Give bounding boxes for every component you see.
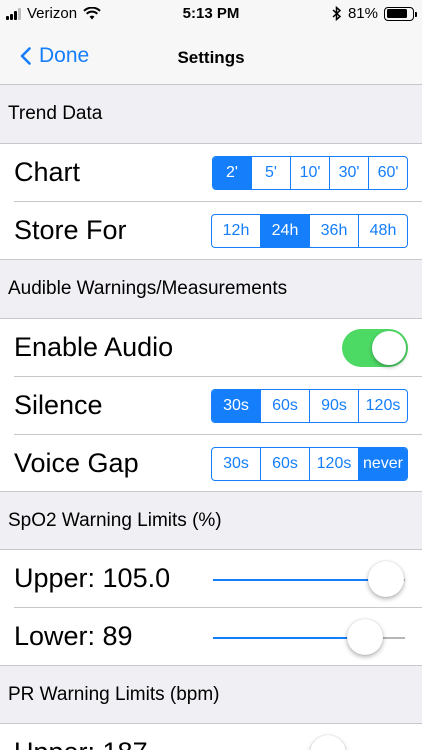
- store-for-option[interactable]: 36h: [309, 215, 358, 247]
- chart-option[interactable]: 10': [290, 157, 329, 189]
- enable-audio-row: Enable Audio: [0, 319, 422, 377]
- silence-option[interactable]: 30s: [212, 390, 260, 422]
- spo2-upper-label: Upper: 105.0: [14, 563, 171, 593]
- silence-segmented-control: 30s 60s 90s 120s: [211, 389, 408, 423]
- page-title: Settings: [177, 48, 245, 67]
- navigation-bar: Done Settings: [0, 30, 422, 85]
- spo2-upper-row: Upper: 105.0: [0, 550, 422, 608]
- chart-segmented-control: 2' 5' 10' 30' 60': [212, 156, 408, 190]
- chart-row: Chart 2' 5' 10' 30' 60': [0, 144, 422, 202]
- chart-option[interactable]: 60': [368, 157, 407, 189]
- audible-warnings-group: Enable Audio Silence 30s 60s 90s 120s Voice…: [0, 318, 422, 492]
- section-header-trend-data: Trend Data: [0, 85, 422, 143]
- store-for-row: Store For 12h 24h 36h 48h: [0, 202, 422, 260]
- slider-fill: [213, 637, 365, 639]
- store-for-option[interactable]: 48h: [358, 215, 407, 247]
- enable-audio-toggle[interactable]: [342, 329, 408, 367]
- battery-level: [386, 9, 407, 18]
- status-bar: Verizon 5:13 PM 81%: [0, 0, 422, 30]
- slider-thumb[interactable]: [367, 561, 404, 597]
- store-for-option[interactable]: 12h: [212, 215, 260, 247]
- voice-gap-option[interactable]: 60s: [260, 448, 309, 480]
- store-for-segmented-control: 12h 24h 36h 48h: [211, 214, 408, 248]
- section-header-audible-warnings: Audible Warnings/Measurements: [0, 260, 422, 318]
- pr-upper-label: Upper: 187: [14, 737, 148, 750]
- silence-option[interactable]: 120s: [358, 390, 407, 422]
- pr-upper-row: Upper: 187: [0, 724, 422, 750]
- battery-icon: [384, 6, 417, 21]
- enable-audio-label: Enable Audio: [14, 332, 174, 362]
- slider-thumb[interactable]: [346, 619, 383, 655]
- voice-gap-row: Voice Gap 30s 60s 120s never: [0, 435, 422, 493]
- section-header-spo2-limits: SpO2 Warning Limits (%): [0, 492, 422, 549]
- spo2-limits-group: Upper: 105.0 Lower: 89: [0, 549, 422, 666]
- section-header-pr-limits: PR Warning Limits (bpm): [0, 666, 422, 723]
- bluetooth-icon: [332, 6, 342, 21]
- slider-thumb[interactable]: [310, 735, 347, 750]
- voice-gap-segmented-control: 30s 60s 120s never: [211, 447, 408, 481]
- battery-percent: 81%: [347, 5, 378, 22]
- store-for-option[interactable]: 24h: [260, 215, 309, 247]
- silence-option[interactable]: 60s: [260, 390, 309, 422]
- slider-fill: [213, 579, 386, 581]
- spo2-lower-slider[interactable]: [213, 619, 405, 655]
- voice-gap-option[interactable]: never: [358, 448, 407, 480]
- status-right: 81%: [332, 5, 417, 22]
- spo2-lower-row: Lower: 89: [0, 608, 422, 666]
- chart-option[interactable]: 2': [213, 157, 251, 189]
- pr-limits-group: Upper: 187: [0, 723, 422, 750]
- chart-option[interactable]: 30': [329, 157, 368, 189]
- voice-gap-label: Voice Gap: [14, 448, 139, 478]
- spo2-upper-slider[interactable]: [213, 561, 405, 597]
- spo2-lower-label: Lower: 89: [14, 621, 133, 651]
- silence-row: Silence 30s 60s 90s 120s: [0, 377, 422, 435]
- silence-label: Silence: [14, 390, 103, 420]
- silence-option[interactable]: 90s: [309, 390, 358, 422]
- voice-gap-option[interactable]: 30s: [212, 448, 260, 480]
- toggle-knob: [372, 331, 406, 365]
- chart-label: Chart: [14, 157, 81, 187]
- chart-option[interactable]: 5': [251, 157, 290, 189]
- store-for-label: Store For: [14, 215, 127, 245]
- trend-data-group: Chart 2' 5' 10' 30' 60' Store For 12h 24h 36h 4…: [0, 143, 422, 260]
- voice-gap-option[interactable]: 120s: [309, 448, 358, 480]
